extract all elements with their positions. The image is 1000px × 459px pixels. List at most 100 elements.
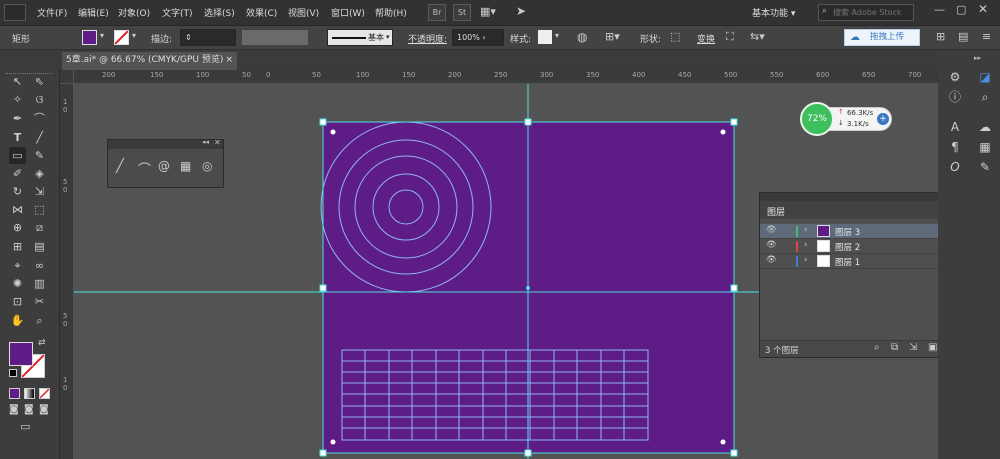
rotate-tool-icon[interactable]: ↻	[9, 183, 26, 200]
line-segment-tool-icon[interactable]: ╱	[31, 129, 48, 146]
arc-icon[interactable]: ⌒	[138, 159, 151, 178]
shape-label[interactable]: 形状:	[640, 32, 661, 45]
slice-tool-icon[interactable]: ✂	[31, 293, 48, 310]
arrange-documents-icon[interactable]: ▦▾	[480, 5, 496, 18]
shape-properties-icon[interactable]: ⬚	[670, 30, 680, 43]
shaper-tool-icon[interactable]: ✐	[9, 165, 26, 182]
direct-selection-tool-icon[interactable]: ⇖	[31, 73, 48, 90]
info-panel-icon[interactable]: ⓘ	[946, 88, 964, 106]
blend-tool-icon[interactable]: ∞	[31, 257, 48, 274]
transform-label[interactable]: 变换	[697, 32, 715, 45]
expand-arrow-icon[interactable]: ›	[804, 255, 807, 265]
expand-arrow-icon[interactable]: ›	[804, 240, 807, 250]
polar-grid-icon[interactable]: ◎	[202, 159, 212, 173]
opacity-label[interactable]: 不透明度:	[408, 32, 447, 45]
creative-cloud-icon[interactable]: ☁	[976, 118, 994, 136]
panel-menu-icon[interactable]: ≡	[982, 30, 991, 43]
draw-normal-icon[interactable]: ◙	[9, 404, 19, 415]
close-button[interactable]: ✕	[978, 2, 988, 16]
plus-icon[interactable]: +	[877, 113, 889, 125]
menu-select[interactable]: 选择(S)	[204, 6, 235, 19]
visibility-eye-icon[interactable]: 👁	[766, 240, 777, 250]
swatches-panel-icon[interactable]: ▦	[976, 138, 994, 156]
line-segment-icon[interactable]: ╱	[116, 159, 124, 174]
menu-effect[interactable]: 效果(C)	[246, 6, 277, 19]
properties-panel-icon[interactable]: ⚙	[946, 68, 964, 86]
stock-button[interactable]: St	[453, 4, 471, 21]
spiral-icon[interactable]: @	[158, 159, 170, 173]
free-transform-tool-icon[interactable]: ⬚	[31, 201, 48, 218]
search-input[interactable]	[833, 6, 911, 19]
fill-swatch[interactable]	[82, 30, 97, 45]
menu-window[interactable]: 窗口(W)	[331, 6, 365, 19]
recolor-artwork-icon[interactable]: ◍	[577, 30, 587, 44]
visibility-eye-icon[interactable]: 👁	[766, 255, 777, 265]
gradient-mode-button[interactable]	[24, 388, 35, 399]
network-speed-widget[interactable]: 72% ↑ 66.3K/s ↓ 3.1K/s +	[800, 102, 893, 136]
layer-name[interactable]: 图层 3	[835, 226, 860, 238]
shape-builder-tool-icon[interactable]: ⊕	[9, 219, 26, 236]
perspective-grid-tool-icon[interactable]: ⧄	[31, 219, 48, 236]
paintbrush-tool-icon[interactable]: ✎	[31, 147, 48, 164]
color-panel-icon[interactable]: ◪	[976, 68, 994, 86]
artboard-tool-icon[interactable]: ⊡	[9, 293, 26, 310]
zoom-tool-icon[interactable]: ⌕	[31, 312, 48, 329]
arrange-icon[interactable]: ▤	[958, 30, 968, 43]
opacity-field[interactable]: 100% ›	[452, 29, 504, 46]
graphic-style-swatch[interactable]	[538, 30, 552, 44]
locate-object-icon[interactable]: ⌕	[874, 342, 880, 353]
ruler-corner[interactable]	[60, 70, 74, 84]
width-tool-icon[interactable]: ⋈	[9, 201, 26, 218]
new-sublayer-icon[interactable]: ⇲	[909, 342, 917, 353]
eyedropper-tool-icon[interactable]: ⌖	[9, 257, 26, 274]
gradient-tool-icon[interactable]: ▤	[31, 238, 48, 255]
menu-object[interactable]: 对象(O)	[118, 6, 150, 19]
swap-fill-stroke-icon[interactable]: ⇄	[38, 338, 46, 348]
menu-file[interactable]: 文件(F)	[37, 6, 67, 19]
expand-arrow-icon[interactable]: ›	[804, 225, 807, 235]
scale-tool-icon[interactable]: ⇲	[31, 183, 48, 200]
vertical-ruler[interactable]: 1 0 5 0 5 0 1 0	[60, 84, 74, 459]
color-mode-button[interactable]	[9, 388, 20, 399]
paragraph-panel-icon[interactable]: ¶	[946, 138, 964, 156]
stroke-weight-field[interactable]: ⇕	[180, 29, 236, 46]
lasso-tool-icon[interactable]: ଓ	[31, 91, 48, 108]
align-icon[interactable]: ⊞▾	[605, 30, 620, 43]
close-tab-icon[interactable]: ×	[225, 52, 233, 69]
stroke-profile-dropdown[interactable]: 基本 ▾	[327, 29, 393, 46]
menu-edit[interactable]: 编辑(E)	[78, 6, 109, 19]
layers-tab[interactable]: 图层	[767, 205, 785, 218]
gpu-performance-icon[interactable]: ➤	[516, 4, 526, 18]
default-colors-icon[interactable]	[9, 369, 17, 377]
type-tool-icon[interactable]: T	[9, 129, 26, 146]
draw-inside-icon[interactable]: ◙	[39, 404, 49, 415]
menu-type[interactable]: 文字(T)	[162, 6, 193, 19]
layer-name[interactable]: 图层 1	[835, 256, 860, 268]
character-panel-icon[interactable]: A	[946, 118, 964, 136]
properties-icon[interactable]: ⊞	[936, 30, 945, 43]
menu-view[interactable]: 视图(V)	[288, 6, 319, 19]
pen-tool-icon[interactable]: ✒	[9, 110, 26, 127]
none-mode-button[interactable]	[39, 388, 50, 399]
variable-width-field[interactable]	[242, 30, 308, 45]
selection-tool-icon[interactable]: ↖	[9, 73, 26, 90]
visibility-eye-icon[interactable]: 👁	[766, 225, 777, 235]
opentype-panel-icon[interactable]: O	[946, 158, 964, 176]
column-graph-tool-icon[interactable]: ▥	[31, 275, 48, 292]
menu-help[interactable]: 帮助(H)	[375, 6, 407, 19]
document-tab[interactable]: 5章.ai* @ 66.67% (CMYK/GPU 预览) ×	[62, 52, 237, 70]
chevron-down-icon[interactable]: ▾	[100, 31, 104, 40]
rectangular-grid-icon[interactable]: ▦	[180, 159, 191, 173]
bridge-button[interactable]: Br	[428, 4, 446, 21]
brushes-panel-icon[interactable]: ✎	[976, 158, 994, 176]
fill-color-box[interactable]	[9, 342, 33, 366]
chevron-down-icon[interactable]: ▾	[132, 31, 136, 40]
rectangle-tool-icon[interactable]: ▭	[9, 147, 26, 164]
isolate-icon[interactable]: ⇆▾	[750, 30, 765, 43]
transform-icon[interactable]: ⛶	[726, 30, 734, 44]
close-icon[interactable]: ✕	[214, 138, 221, 147]
magic-wand-tool-icon[interactable]: ✧	[9, 91, 26, 108]
workspace-switcher[interactable]: 基本功能 ▾	[752, 6, 795, 19]
horizontal-ruler[interactable]: 200 150 100 50 0 50 100 150 200 250 300 …	[60, 70, 938, 84]
new-layer-icon[interactable]: ▣	[928, 342, 937, 353]
